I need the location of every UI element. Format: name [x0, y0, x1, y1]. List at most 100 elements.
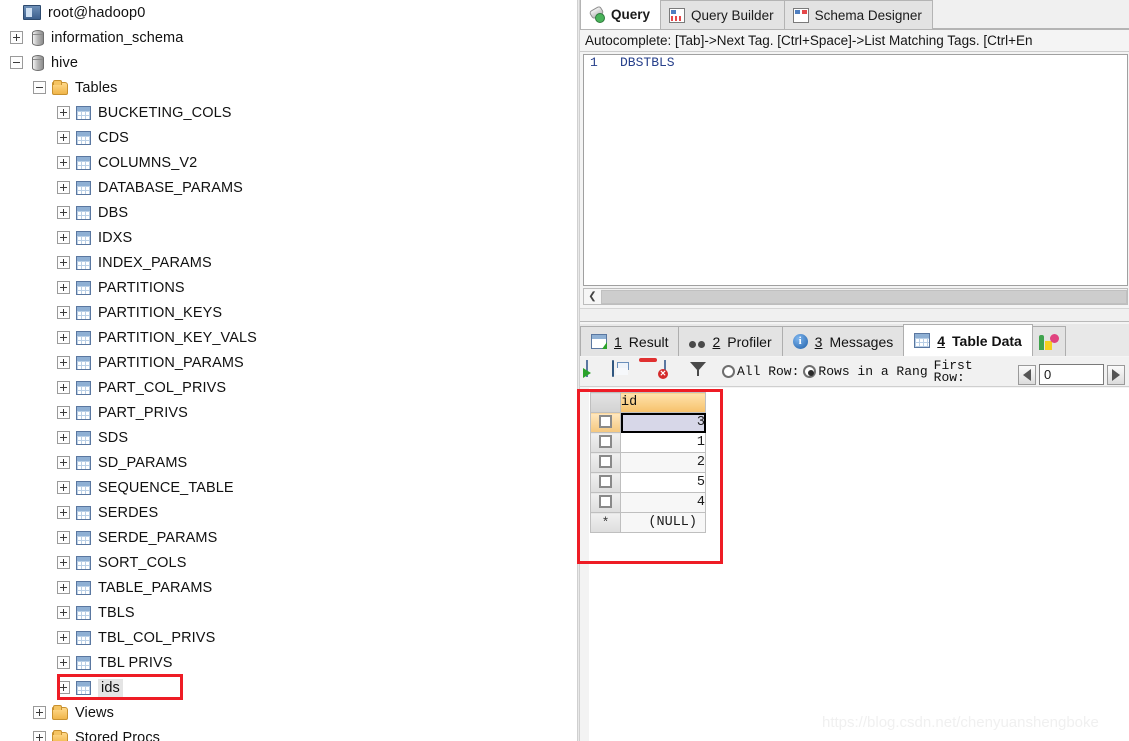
tree-node-dbs[interactable]: DBS: [0, 200, 577, 225]
expander-plus-icon[interactable]: [57, 356, 70, 369]
tree-node-partition-params[interactable]: PARTITION_PARAMS: [0, 350, 577, 375]
expander-plus-icon[interactable]: [33, 731, 46, 741]
tree-node-tbls[interactable]: TBLS: [0, 600, 577, 625]
expander-minus-icon[interactable]: [33, 81, 46, 94]
editor-line[interactable]: 1 DBSTBLS: [584, 55, 1127, 75]
tab-query-builder[interactable]: Query Builder: [660, 0, 785, 29]
tab-profiler[interactable]: 2 Profiler: [678, 326, 783, 356]
expander-plus-icon[interactable]: [10, 31, 23, 44]
expander-plus-icon[interactable]: [57, 281, 70, 294]
tree-node-views[interactable]: Views: [0, 700, 577, 725]
save-changes-button[interactable]: [612, 359, 634, 383]
expander-plus-icon[interactable]: [57, 306, 70, 319]
tree-node-root[interactable]: root@hadoop0: [0, 0, 577, 25]
filter-button[interactable]: [690, 361, 712, 383]
editor-horizontal-scrollbar[interactable]: ❮: [583, 288, 1128, 305]
expander-plus-icon[interactable]: [57, 206, 70, 219]
results-tab-strip[interactable]: 1 Result 2 Profiler i 3 Messages 4 Table…: [580, 324, 1129, 356]
tree-node-database-params[interactable]: DATABASE_PARAMS: [0, 175, 577, 200]
expander-plus-icon[interactable]: [57, 481, 70, 494]
delete-record-button[interactable]: ✕: [658, 359, 686, 383]
grid-cell-id-new[interactable]: (NULL): [620, 512, 706, 533]
table-data-grid[interactable]: id 3 1 2 5 4 * (NULL): [590, 392, 706, 533]
tree-node-sort-cols[interactable]: SORT_COLS: [0, 550, 577, 575]
arrow-left-icon[interactable]: [1018, 364, 1036, 385]
expander-plus-icon[interactable]: [57, 456, 70, 469]
grid-cell-id[interactable]: 3: [620, 412, 706, 433]
expander-plus-icon[interactable]: [57, 681, 70, 694]
expander-plus-icon[interactable]: [57, 106, 70, 119]
row-checkbox[interactable]: [599, 414, 612, 428]
row-selector-cell[interactable]: [590, 492, 621, 513]
expander-plus-icon[interactable]: [57, 256, 70, 269]
tree-node-table-params[interactable]: TABLE_PARAMS: [0, 575, 577, 600]
row-checkbox[interactable]: [599, 494, 612, 508]
results-splitter[interactable]: [580, 308, 1129, 322]
grid-vertical-scrollbar[interactable]: [580, 388, 589, 741]
expander-plus-icon[interactable]: [57, 131, 70, 144]
expander-plus-icon[interactable]: [57, 181, 70, 194]
editor-tab-strip[interactable]: Query Query Builder Schema Designer: [580, 0, 1129, 30]
grid-row[interactable]: 5: [590, 472, 706, 493]
expander-plus-icon[interactable]: [57, 431, 70, 444]
grid-cell-id[interactable]: 1: [620, 432, 706, 453]
radio-all-rows[interactable]: [722, 365, 735, 378]
expander-plus-icon[interactable]: [57, 606, 70, 619]
expander-plus-icon[interactable]: [57, 531, 70, 544]
expander-plus-icon[interactable]: [57, 581, 70, 594]
row-checkbox[interactable]: [599, 454, 612, 468]
grid-cell-id[interactable]: 4: [620, 492, 706, 513]
expander-plus-icon[interactable]: [57, 381, 70, 394]
expander-plus-icon[interactable]: [57, 156, 70, 169]
grid-row[interactable]: 3: [590, 412, 706, 433]
tree-node-index-params[interactable]: INDEX_PARAMS: [0, 250, 577, 275]
tree-node-information-schema[interactable]: information_schema: [0, 25, 577, 50]
tree-node-tables[interactable]: Tables: [0, 75, 577, 100]
grid-row[interactable]: 4: [590, 492, 706, 513]
insert-record-button[interactable]: [583, 359, 608, 383]
tab-query[interactable]: Query: [580, 0, 662, 29]
expander-minus-icon[interactable]: [10, 56, 23, 69]
row-selector-cell[interactable]: [590, 432, 621, 453]
sql-editor[interactable]: 1 DBSTBLS: [583, 54, 1128, 286]
grid-new-row[interactable]: * (NULL): [590, 512, 706, 533]
scroll-left-icon[interactable]: ❮: [584, 289, 601, 304]
tree-node-sds[interactable]: SDS: [0, 425, 577, 450]
row-scope-radio-group[interactable]: All Row: Rows in a Rang: [722, 364, 928, 379]
grid-row[interactable]: 1: [590, 432, 706, 453]
tree-node-serde-params[interactable]: SERDE_PARAMS: [0, 525, 577, 550]
scrollbar-thumb[interactable]: [601, 289, 1127, 304]
tab-schema-designer[interactable]: Schema Designer: [783, 0, 933, 29]
expander-plus-icon[interactable]: [57, 506, 70, 519]
row-checkbox[interactable]: [599, 434, 612, 448]
tree-node-partition-keys[interactable]: PARTITION_KEYS: [0, 300, 577, 325]
first-row-input[interactable]: 0: [1039, 364, 1104, 385]
grid-cell-id[interactable]: 5: [620, 472, 706, 493]
grid-cell-id[interactable]: 2: [620, 452, 706, 473]
row-checkbox[interactable]: [599, 474, 612, 488]
sql-text[interactable]: DBSTBLS: [610, 55, 675, 70]
tree-node-bucketing-cols[interactable]: BUCKETING_COLS: [0, 100, 577, 125]
object-explorer-tree[interactable]: root@hadoop0 information_schema hive Table…: [0, 0, 577, 741]
radio-rows-in-range[interactable]: [803, 365, 817, 378]
row-selector-cell[interactable]: [590, 412, 621, 433]
tab-result[interactable]: 1 Result: [580, 326, 680, 356]
tab-messages[interactable]: i 3 Messages: [781, 326, 905, 356]
expander-plus-icon[interactable]: [57, 556, 70, 569]
tab-chart[interactable]: [1031, 326, 1066, 356]
expander-plus-icon[interactable]: [33, 706, 46, 719]
expander-plus-icon[interactable]: [57, 331, 70, 344]
tree-node-part-privs[interactable]: PART_PRIVS: [0, 400, 577, 425]
column-header-id[interactable]: id: [620, 392, 706, 413]
tab-table-data[interactable]: 4 Table Data: [903, 324, 1033, 356]
row-selector-cell[interactable]: [590, 472, 621, 493]
row-selector-cell[interactable]: [590, 452, 621, 473]
tree-node-ids[interactable]: ids: [0, 675, 577, 700]
tree-node-stored-procs[interactable]: Stored Procs: [0, 725, 577, 741]
expander-plus-icon[interactable]: [57, 631, 70, 644]
tree-node-tbl-privs[interactable]: TBL PRIVS: [0, 650, 577, 675]
tree-node-columns-v2[interactable]: COLUMNS_V2: [0, 150, 577, 175]
expander-plus-icon[interactable]: [57, 406, 70, 419]
expander-plus-icon[interactable]: [57, 656, 70, 669]
tree-node-part-col-privs[interactable]: PART_COL_PRIVS: [0, 375, 577, 400]
